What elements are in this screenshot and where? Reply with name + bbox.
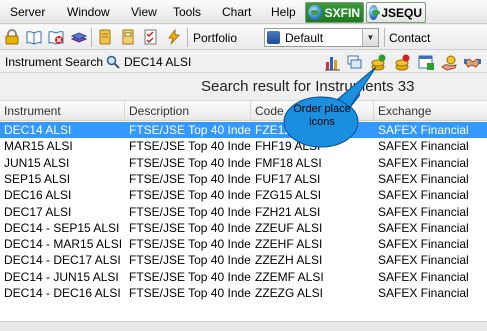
cell-description: FTSE/JSE Top 40 Index — [129, 237, 251, 252]
tab-sxfin[interactable]: SXFIN — [305, 2, 364, 23]
horizontal-scrollbar[interactable] — [0, 321, 487, 331]
books-icon[interactable] — [71, 29, 87, 45]
cell-description: FTSE/JSE Top 40 Index — [129, 139, 251, 154]
notebook-icon[interactable] — [97, 29, 113, 45]
lightning-icon[interactable] — [166, 29, 182, 45]
contact-label[interactable]: Contact — [389, 31, 430, 45]
book-delete-icon[interactable] — [48, 29, 64, 45]
cell-description: FTSE/JSE Top 40 Index — [129, 286, 251, 300]
table-header: Instrument Description Code Exchange — [0, 100, 487, 121]
portfolio-icon — [267, 31, 280, 44]
cell-description: FTSE/JSE Top 40 Index — [129, 155, 251, 170]
cell-code: ZZEUF ALSI — [255, 220, 323, 235]
column-header-instrument[interactable]: Instrument — [0, 101, 125, 121]
table-row[interactable]: DEC16 ALSI FTSE/JSE Top 40 Index FZG15 ALS… — [0, 187, 487, 203]
cell-instrument: DEC14 - JUN15 ALSI — [4, 269, 119, 284]
cell-description: FTSE/JSE Top 40 Index — [129, 269, 251, 284]
cell-description: FTSE/JSE Top 40 Index — [129, 204, 251, 219]
result-bar: Search result for Instruments 33 — [0, 74, 487, 100]
cell-code: FZG15 ALSI — [255, 188, 322, 203]
cell-instrument: DEC14 - DEC17 ALSI — [4, 253, 121, 268]
cell-code: ZZEZG ALSI — [255, 286, 324, 300]
menu-view[interactable]: View — [131, 5, 157, 19]
table-row[interactable]: SEP15 ALSI FTSE/JSE Top 40 Index FUF17 ALS… — [0, 171, 487, 187]
instrument-search-label: Instrument Search — [5, 55, 104, 69]
portfolio-select[interactable]: Default ▼ — [264, 28, 379, 47]
table-row[interactable]: DEC17 ALSI FTSE/JSE Top 40 Index FZH21 ALS… — [0, 204, 487, 220]
cell-description: FTSE/JSE Top 40 Index — [129, 220, 251, 235]
menu-help[interactable]: Help — [271, 5, 296, 19]
callout-label: Order place icons — [293, 103, 351, 128]
cell-instrument: DEC14 - MAR15 ALSI — [4, 237, 123, 252]
cell-exchange: SAFEX Financial — [378, 155, 469, 170]
tab-jsequ-label: JSEQU — [381, 5, 422, 20]
cell-code: FZH21 ALSI — [255, 204, 321, 219]
chevron-down-icon[interactable]: ▼ — [362, 29, 378, 46]
cell-instrument: DEC14 ALSI — [4, 123, 72, 137]
table-row[interactable]: JUN15 ALSI FTSE/JSE Top 40 Index FMF18 ALS… — [0, 155, 487, 171]
cell-description: FTSE/JSE Top 40 Index — [129, 253, 251, 268]
cell-instrument: DEC17 ALSI — [4, 204, 72, 219]
checklist-icon[interactable] — [143, 29, 159, 45]
globe-icon — [308, 5, 322, 20]
cell-exchange: SAFEX Financial — [378, 220, 469, 235]
window-settings-icon[interactable] — [418, 54, 435, 71]
cell-code: FUF17 ALSI — [255, 171, 321, 186]
column-header-description[interactable]: Description — [125, 101, 251, 121]
instrument-table: Instrument Description Code Exchange DEC… — [0, 100, 487, 321]
menu-chart[interactable]: Chart — [222, 5, 251, 19]
cell-exchange: SAFEX Financial — [378, 286, 469, 300]
cell-exchange: SAFEX Financial — [378, 269, 469, 284]
cell-code: ZZEZH ALSI — [255, 253, 323, 268]
search-bar: Instrument Search DEC14 ALSI — [0, 51, 487, 73]
tab-jsequ[interactable]: JSEQU — [366, 2, 426, 23]
cell-instrument: MAR15 ALSI — [4, 139, 73, 154]
table-row[interactable]: MAR15 ALSI FTSE/JSE Top 40 Index FHF19 ALS… — [0, 138, 487, 154]
cell-exchange: SAFEX Financial — [378, 204, 469, 219]
table-row[interactable]: DEC14 - SEP15 ALSI FTSE/JSE Top 40 Index Z… — [0, 220, 487, 236]
portfolio-select-value: Default — [285, 31, 324, 45]
lock-icon[interactable] — [4, 29, 20, 45]
search-icon[interactable] — [106, 55, 120, 69]
cell-exchange: SAFEX Financial — [378, 123, 469, 137]
cell-exchange: SAFEX Financial — [378, 188, 469, 203]
cell-exchange: SAFEX Financial — [378, 253, 469, 268]
table-row[interactable]: DEC14 - MAR15 ALSI FTSE/JSE Top 40 Index Z… — [0, 236, 487, 252]
menu-tools[interactable]: Tools — [173, 5, 201, 19]
cell-exchange: SAFEX Financial — [378, 171, 469, 186]
portfolio-label: Portfolio — [193, 31, 238, 45]
cell-exchange: SAFEX Financial — [378, 139, 469, 154]
cell-code: ZZEMF ALSI — [255, 269, 324, 284]
open-book-icon[interactable] — [26, 29, 42, 45]
table-row[interactable]: DEC14 ALSIFTSE/JSE Top 40 IndexFZE12 ALS… — [0, 122, 487, 138]
cell-code: FMF18 ALSI — [255, 155, 322, 170]
toolbar: Portfolio Default ▼ Contact — [0, 25, 487, 50]
globe-icon — [369, 5, 381, 20]
note-icon[interactable] — [120, 29, 136, 45]
cell-description: FTSE/JSE Top 40 Index — [129, 123, 251, 137]
cell-instrument: JUN15 ALSI — [4, 155, 70, 170]
handshake-icon[interactable] — [464, 54, 481, 71]
table-row[interactable]: DEC14 - DEC17 ALSI FTSE/JSE Top 40 Index Z… — [0, 252, 487, 268]
menu-server[interactable]: Server — [10, 5, 45, 19]
table-row[interactable]: DEC14 - JUN15 ALSI FTSE/JSE Top 40 Index Z… — [0, 269, 487, 285]
menu-window[interactable]: Window — [67, 5, 110, 19]
cell-code: ZZEHF ALSI — [255, 237, 323, 252]
coin-hand-icon[interactable] — [441, 54, 458, 71]
table-row[interactable]: DEC14 - DEC16 ALSI FTSE/JSE Top 40 Index Z… — [0, 285, 487, 301]
sell-order-icon[interactable] — [394, 54, 411, 71]
cell-description: FTSE/JSE Top 40 Index — [129, 171, 251, 186]
search-input[interactable]: DEC14 ALSI — [124, 55, 191, 69]
tab-sxfin-label: SXFIN — [324, 5, 360, 20]
cell-exchange: SAFEX Financial — [378, 237, 469, 252]
cell-instrument: DEC14 - DEC16 ALSI — [4, 286, 121, 300]
cell-description: FTSE/JSE Top 40 Index — [129, 188, 251, 203]
menu-bar: Server Window View Tools Chart Help SXFI… — [0, 0, 487, 24]
column-header-exchange[interactable]: Exchange — [374, 101, 487, 121]
cell-instrument: DEC16 ALSI — [4, 188, 72, 203]
cell-instrument: SEP15 ALSI — [4, 171, 71, 186]
cell-instrument: DEC14 - SEP15 ALSI — [4, 220, 120, 235]
